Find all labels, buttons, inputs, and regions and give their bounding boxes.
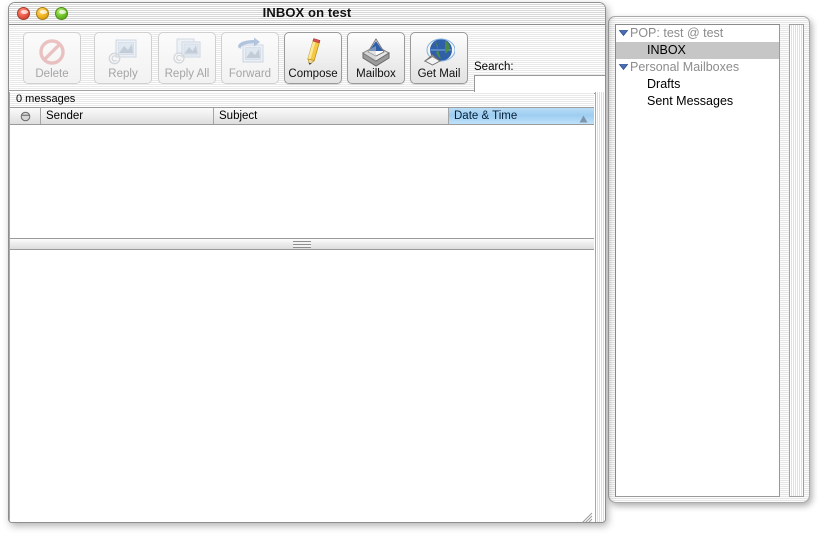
message-list[interactable] — [10, 125, 594, 239]
chevron-down-icon[interactable] — [618, 26, 629, 37]
mail-window: INBOX on test Delete Reply Reply All For… — [8, 2, 606, 523]
toolbar: Delete Reply Reply All Forward Compose M… — [9, 25, 605, 94]
forward-button[interactable]: Forward — [221, 32, 279, 84]
title-bar[interactable]: INBOX on test — [9, 3, 605, 25]
drawer-item-drafts-label: Drafts — [647, 77, 681, 91]
message-count-bar: 0 messages — [10, 92, 594, 108]
mailbox-icon — [348, 33, 404, 68]
compose-button[interactable]: Compose — [284, 32, 342, 84]
mailbox-drawer: POP: test @ test INBOX Personal Mailboxe… — [608, 16, 810, 503]
reply-button[interactable]: Reply — [94, 32, 152, 84]
reply-all-button[interactable]: Reply All — [158, 32, 216, 84]
chevron-down-icon[interactable] — [618, 60, 629, 71]
drawer-item-drafts[interactable]: Drafts — [616, 76, 779, 93]
pane-splitter[interactable] — [10, 239, 594, 250]
column-header-date-time[interactable]: Date & Time — [449, 108, 594, 124]
drawer-item-inbox[interactable]: INBOX — [616, 42, 779, 59]
drawer-scrollbar[interactable] — [789, 24, 804, 497]
window-title: INBOX on test — [262, 5, 352, 20]
message-preview-pane[interactable] — [10, 250, 594, 522]
get-mail-icon — [411, 33, 467, 68]
drawer-group-pop-label: POP: test @ test — [630, 26, 724, 40]
delete-icon — [24, 33, 80, 68]
delete-button[interactable]: Delete — [23, 32, 81, 84]
sort-ascending-icon — [579, 112, 588, 124]
column-header-status[interactable] — [10, 108, 41, 124]
reply-all-label: Reply All — [164, 68, 210, 80]
reply-label: Reply — [108, 68, 138, 80]
get-mail-label: Get Mail — [417, 68, 461, 80]
drawer-item-sent-messages-label: Sent Messages — [647, 94, 734, 108]
delete-label: Delete — [35, 68, 69, 80]
forward-label: Forward — [228, 68, 272, 80]
search-label: Search: — [474, 61, 514, 73]
column-header-subject-label: Subject — [219, 110, 258, 122]
column-header-sender-label: Sender — [46, 110, 84, 122]
content-column: 0 messages Sender Subject Date & Time — [9, 92, 594, 522]
drawer-group-personal[interactable]: Personal Mailboxes — [616, 59, 779, 76]
drawer-group-personal-label: Personal Mailboxes — [630, 60, 740, 74]
window-right-strip — [595, 92, 605, 522]
column-header-date-time-label: Date & Time — [454, 110, 518, 122]
column-header-subject[interactable]: Subject — [214, 108, 449, 124]
mailbox-label: Mailbox — [356, 68, 396, 80]
reply-icon — [95, 33, 151, 68]
drawer-item-inbox-label: INBOX — [647, 43, 686, 57]
drawer-group-pop[interactable]: POP: test @ test — [616, 25, 779, 42]
reply-all-icon — [159, 33, 215, 68]
read-status-icon — [20, 111, 30, 121]
screen: POP: test @ test INBOX Personal Mailboxe… — [0, 0, 818, 545]
resize-grip-icon[interactable] — [578, 510, 593, 522]
splitter-grip-icon[interactable] — [293, 241, 311, 248]
drawer-item-sent-messages[interactable]: Sent Messages — [616, 93, 779, 110]
mailbox-button[interactable]: Mailbox — [347, 32, 405, 84]
compose-icon — [285, 33, 341, 68]
forward-icon — [222, 33, 278, 68]
message-count-text: 0 messages — [16, 93, 76, 105]
compose-label: Compose — [288, 68, 338, 80]
get-mail-button[interactable]: Get Mail — [410, 32, 468, 84]
column-header-row: Sender Subject Date & Time — [10, 108, 594, 125]
column-header-sender[interactable]: Sender — [41, 108, 214, 124]
mailbox-list: POP: test @ test INBOX Personal Mailboxe… — [615, 24, 780, 497]
